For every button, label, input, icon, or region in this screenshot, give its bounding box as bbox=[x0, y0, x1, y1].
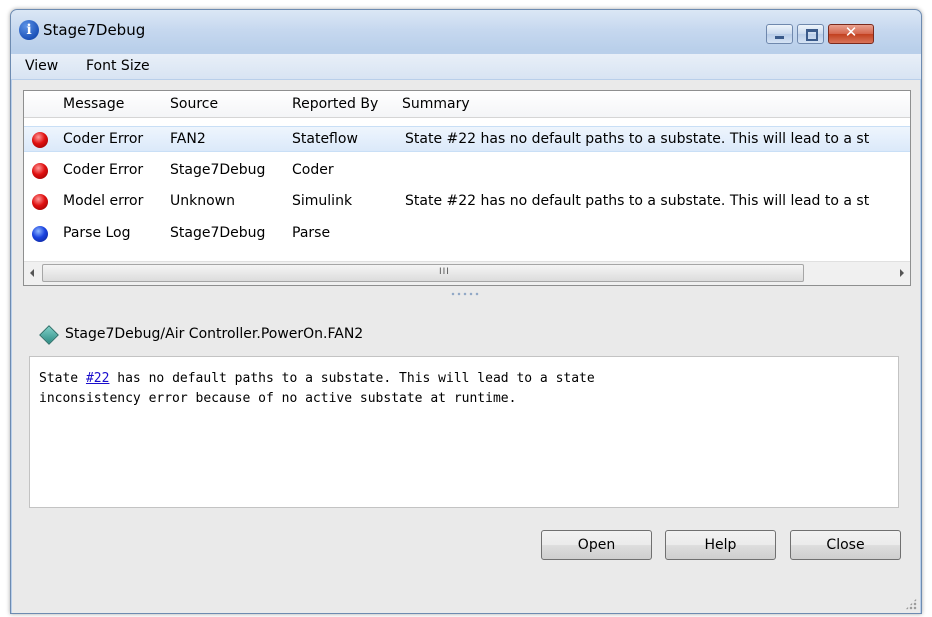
detail-line-2: inconsistency error because of no active… bbox=[39, 391, 517, 406]
title-bar[interactable]: i Stage7Debug ✕ bbox=[11, 10, 921, 50]
stateflow-chart-icon bbox=[39, 325, 59, 345]
cell-source: Stage7Debug bbox=[170, 225, 266, 241]
cell-source: Unknown bbox=[170, 193, 235, 209]
cell-message: Parse Log bbox=[63, 225, 131, 241]
column-header-message[interactable]: Message bbox=[63, 96, 124, 112]
cell-message: Coder Error bbox=[63, 162, 144, 178]
red-error-icon bbox=[32, 163, 48, 179]
scrollbar-grip: III bbox=[439, 267, 450, 277]
cell-message: Coder Error bbox=[63, 131, 144, 147]
menu-view[interactable]: View bbox=[25, 58, 58, 74]
message-table: Message Source Reported By Summary Coder… bbox=[23, 90, 911, 286]
horizontal-scrollbar[interactable]: III bbox=[24, 261, 910, 285]
cell-source: Stage7Debug bbox=[170, 162, 266, 178]
column-header-source[interactable]: Source bbox=[170, 96, 218, 112]
cell-reported-by: Stateflow bbox=[292, 131, 358, 147]
message-detail: State #22 has no default paths to a subs… bbox=[29, 356, 899, 508]
column-header-summary[interactable]: Summary bbox=[402, 96, 470, 112]
close-icon: ✕ bbox=[844, 23, 858, 41]
cell-message: Model error bbox=[63, 193, 144, 209]
window-title: Stage7Debug bbox=[43, 21, 146, 39]
close-button[interactable]: Close bbox=[790, 530, 901, 560]
state-link[interactable]: #22 bbox=[86, 371, 109, 386]
maximize-button[interactable] bbox=[797, 24, 824, 44]
cell-reported-by: Coder bbox=[292, 162, 334, 178]
minimize-button[interactable] bbox=[766, 24, 793, 44]
cell-reported-by: Simulink bbox=[292, 193, 353, 209]
help-button[interactable]: Help bbox=[665, 530, 776, 560]
cell-reported-by: Parse bbox=[292, 225, 331, 241]
table-row[interactable]: Parse Log Stage7Debug Parse bbox=[24, 221, 910, 247]
open-button[interactable]: Open bbox=[541, 530, 652, 560]
cell-summary: State #22 has no default paths to a subs… bbox=[405, 193, 870, 209]
close-window-button[interactable]: ✕ bbox=[828, 23, 874, 44]
detail-text-before-link: State bbox=[39, 371, 86, 386]
red-error-icon bbox=[32, 132, 48, 148]
table-header: Message Source Reported By Summary bbox=[24, 91, 910, 118]
dialog-window: i Stage7Debug ✕ View Font Size Message S… bbox=[10, 9, 922, 614]
table-row[interactable]: Coder Error FAN2 Stateflow State #22 has… bbox=[24, 126, 910, 152]
splitter-handle[interactable] bbox=[450, 292, 480, 296]
maximize-icon bbox=[806, 29, 818, 41]
info-icon: i bbox=[19, 20, 39, 40]
menu-bar: View Font Size bbox=[11, 54, 921, 79]
client-area: Message Source Reported By Summary Coder… bbox=[12, 80, 920, 613]
detail-line-1: State #22 has no default paths to a subs… bbox=[39, 369, 898, 389]
cell-source: FAN2 bbox=[170, 131, 206, 147]
column-header-reported-by[interactable]: Reported By bbox=[292, 96, 378, 112]
red-error-icon bbox=[32, 194, 48, 210]
scroll-right-icon[interactable] bbox=[900, 269, 904, 277]
menu-font-size[interactable]: Font Size bbox=[86, 58, 150, 74]
scroll-left-icon[interactable] bbox=[30, 269, 34, 277]
minimize-icon bbox=[775, 36, 784, 39]
table-row[interactable]: Model error Unknown Simulink State #22 h… bbox=[24, 189, 910, 215]
table-row[interactable]: Coder Error Stage7Debug Coder bbox=[24, 158, 910, 184]
detail-text-after-link: has no default paths to a substate. This… bbox=[109, 371, 595, 386]
scrollbar-thumb[interactable]: III bbox=[42, 264, 804, 282]
source-path: Stage7Debug/Air Controller.PowerOn.FAN2 bbox=[65, 326, 364, 342]
cell-summary: State #22 has no default paths to a subs… bbox=[405, 131, 870, 147]
blue-info-icon bbox=[32, 226, 48, 242]
resize-grip[interactable] bbox=[905, 598, 917, 610]
